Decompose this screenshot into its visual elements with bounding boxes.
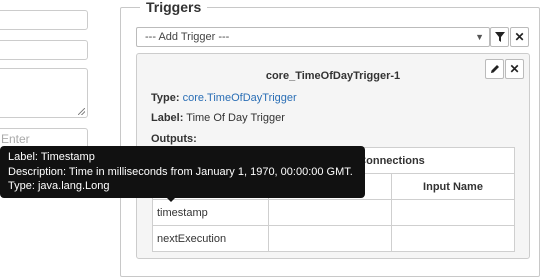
label-value: Time Of Day Trigger <box>186 112 285 124</box>
table-row[interactable]: timestamp <box>152 199 515 226</box>
edit-trigger-button[interactable] <box>485 59 504 79</box>
tooltip-type: Type: java.lang.Long <box>8 180 110 192</box>
output-tooltip: Label: Timestamp Description: Time in mi… <box>0 146 365 198</box>
pencil-icon <box>490 65 499 73</box>
filter-button[interactable] <box>490 27 509 47</box>
remove-trigger-button[interactable]: ✕ <box>505 59 524 79</box>
tooltip-label: Label: Timestamp <box>8 151 95 163</box>
input-name-cell[interactable] <box>391 199 515 226</box>
close-icon: ✕ <box>514 30 525 44</box>
output-name: nextExecution <box>152 225 269 252</box>
add-trigger-label: --- Add Trigger --- <box>145 31 230 43</box>
chevron-down-icon: ▼ <box>475 32 484 42</box>
module-id-cell[interactable] <box>268 225 392 252</box>
outputs-label: Outputs: <box>151 133 197 145</box>
filter-icon <box>494 32 505 42</box>
input-name-cell[interactable] <box>391 225 515 252</box>
clear-trigger-button[interactable]: ✕ <box>510 27 529 47</box>
table-row[interactable]: nextExecution <box>152 225 515 252</box>
add-trigger-select[interactable]: --- Add Trigger --- ▼ <box>136 27 490 47</box>
trigger-title: core_TimeOfDayTrigger-1 <box>265 70 401 82</box>
label-row: Label: Time Of Day Trigger <box>151 112 285 124</box>
type-link[interactable]: core.TimeOfDayTrigger <box>183 92 297 104</box>
triggers-legend: Triggers <box>140 0 208 15</box>
tooltip-description: Description: Time in milliseconds from J… <box>8 165 353 178</box>
resize-grip-icon[interactable] <box>78 108 85 115</box>
module-id-cell[interactable] <box>268 199 392 226</box>
form-textarea[interactable] <box>0 68 88 118</box>
tooltip-arrow <box>165 196 177 202</box>
form-input-1[interactable] <box>0 10 88 30</box>
close-icon: ✕ <box>509 62 520 76</box>
output-name: timestamp <box>152 199 269 226</box>
form-input-2[interactable] <box>0 40 88 60</box>
input-name-header: Input Name <box>391 173 515 200</box>
type-label: Type: <box>151 92 180 104</box>
app-root: Enter Triggers --- Add Trigger --- ▼ ✕ c… <box>0 0 547 279</box>
type-row: Type: core.TimeOfDayTrigger <box>151 92 297 104</box>
outputs-row: Outputs: <box>151 133 197 145</box>
enter-placeholder: Enter <box>1 132 30 146</box>
label-label: Label: <box>151 112 184 124</box>
